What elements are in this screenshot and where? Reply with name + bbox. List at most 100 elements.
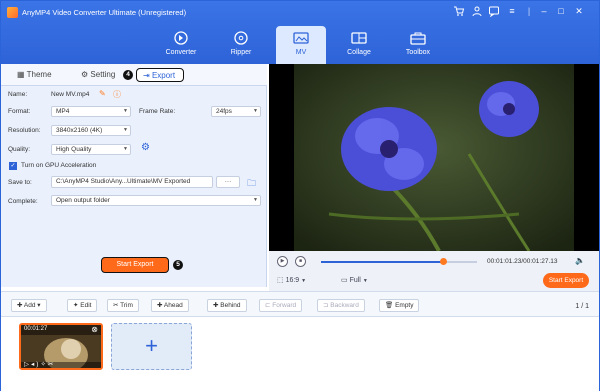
preview-image — [294, 64, 574, 251]
button-label: Add — [23, 302, 36, 309]
stop-icon[interactable]: ■ — [295, 256, 306, 267]
button-label: Backward — [330, 302, 359, 309]
player-controls: ▶ ■ 00:01:01.23/00:01:27.13 🔈 ⬚ 16:9 ▼ ▭… — [269, 251, 599, 291]
browse-button[interactable]: ··· — [216, 176, 240, 188]
chevron-down-icon: ▼ — [253, 197, 258, 203]
save-to-path[interactable]: C:\AnyMP4 Studio\Any...Ultimate\MV Expor… — [51, 176, 213, 188]
gpu-checkbox[interactable]: ✓ — [9, 162, 17, 170]
format-value: MP4 — [56, 108, 70, 115]
remove-clip-icon[interactable]: ⊗ — [91, 325, 98, 334]
minimize-icon[interactable]: – — [538, 5, 550, 17]
nav-label: Converter — [165, 49, 197, 56]
folder-icon[interactable]: 🗀 — [247, 176, 256, 192]
button-label: Trim — [120, 302, 133, 309]
start-export-button[interactable]: Start Export — [101, 257, 169, 273]
gear-icon[interactable]: ⚙ — [141, 142, 150, 153]
step-badge: 5 — [173, 260, 183, 270]
clip-thumbnail[interactable]: 00:01:27 ⊗ ▷◂)✧✂ — [19, 323, 103, 370]
frame-rate-select[interactable]: 24fps ▼ — [211, 106, 261, 117]
top-bar: AnyMP4 Video Converter Ultimate (Unregis… — [1, 1, 599, 64]
view-mode-select[interactable]: ▭ Full ▼ — [341, 276, 368, 284]
mv-tabs: ▦ Theme ⚙ Setting 4 ⇥ Export — [1, 64, 267, 86]
progress-handle[interactable] — [439, 258, 447, 265]
chevron-down-icon: ▼ — [362, 278, 368, 284]
converter-icon — [174, 31, 188, 45]
nav-tab-collage[interactable]: Collage — [334, 26, 384, 64]
format-select[interactable]: MP4 ▼ — [51, 106, 131, 117]
info-icon[interactable]: ⓘ — [113, 89, 121, 100]
window-title: AnyMP4 Video Converter Ultimate (Unregis… — [22, 8, 187, 17]
tab-export[interactable]: ⇥ Export — [136, 68, 185, 82]
add-clip-button[interactable]: + — [111, 323, 192, 370]
toolbox-icon — [410, 32, 426, 45]
menu-icon[interactable]: ≡ — [506, 5, 518, 17]
tab-label: Setting — [90, 70, 116, 79]
save-path-value: C:\AnyMP4 Studio\Any...Ultimate\MV Expor… — [56, 178, 191, 185]
mv-icon — [293, 32, 309, 44]
aspect-ratio-select[interactable]: ⬚ 16:9 ▼ — [277, 276, 306, 284]
close-icon[interactable]: ✕ — [573, 5, 585, 17]
nav-tab-toolbox[interactable]: Toolbox — [393, 26, 443, 64]
edit-icon[interactable]: ✎ — [99, 89, 106, 98]
tab-label: Export — [151, 71, 176, 80]
edit-button[interactable]: ✦ Edit — [67, 299, 98, 312]
chevron-down-icon: ▼ — [301, 278, 307, 284]
cart-icon[interactable] — [453, 5, 465, 17]
add-button[interactable]: ✚ Add ▾ — [11, 299, 47, 312]
ahead-button[interactable]: ✚ Ahead — [151, 299, 189, 312]
backward-button[interactable]: ⊐ Backward — [317, 299, 365, 312]
nav-tab-mv[interactable]: MV — [276, 26, 326, 64]
nav-label: Collage — [347, 49, 371, 56]
progress-bar[interactable] — [321, 258, 477, 265]
empty-button[interactable]: 🗑 Empty — [379, 299, 420, 312]
separator: | — [527, 6, 531, 16]
play-icon[interactable]: ▶ — [277, 256, 288, 267]
tab-setting[interactable]: ⚙ Setting — [81, 68, 115, 82]
behind-button[interactable]: ✚ Behind — [207, 299, 247, 312]
clip-strip: 00:01:27 ⊗ ▷◂)✧✂ + — [1, 317, 599, 391]
nav-tab-ripper[interactable]: Ripper — [216, 26, 266, 64]
start-export-button-secondary[interactable]: Start Export — [543, 273, 589, 288]
button-label: Edit — [80, 302, 92, 309]
nav-tab-converter[interactable]: Converter — [156, 26, 206, 64]
nav-label: Ripper — [230, 49, 252, 56]
app-logo — [7, 7, 18, 18]
gpu-label: Turn on GPU Acceleration — [21, 162, 97, 169]
chevron-down-icon: ▼ — [123, 127, 128, 133]
maximize-icon[interactable]: □ — [555, 5, 567, 17]
name-value: New MV.mp4 — [51, 91, 90, 98]
complete-value: Open output folder — [56, 197, 110, 204]
chevron-down-icon: ▼ — [123, 108, 128, 114]
video-preview[interactable] — [269, 64, 599, 251]
cut-icon[interactable]: ✂ — [48, 361, 55, 368]
complete-select[interactable]: Open output folder ▼ — [51, 195, 261, 206]
quality-value: High Quality — [56, 146, 92, 153]
plus-icon: + — [145, 333, 158, 358]
complete-label: Complete: — [8, 198, 38, 205]
frame-rate-value: 24fps — [216, 108, 232, 115]
clip-duration: 00:01:27 — [24, 326, 48, 332]
trim-button[interactable]: ✂ Trim — [107, 299, 139, 312]
disc-icon — [234, 31, 248, 45]
button-label: Empty — [395, 302, 414, 309]
resolution-value: 3840x2160 (4K) — [56, 127, 103, 134]
monitor-icon: ▭ — [341, 277, 348, 284]
feedback-icon[interactable] — [488, 5, 500, 18]
timeline-toolbar: ✚ Add ▾ ✦ Edit ✂ Trim ✚ Ahead ✚ Behind ⊏… — [1, 291, 599, 317]
forward-button[interactable]: ⊏ Forward — [259, 299, 303, 312]
aspect-icon: ⬚ — [277, 277, 284, 284]
tab-label: Theme — [26, 70, 52, 79]
collage-icon — [351, 32, 367, 44]
user-icon[interactable] — [471, 5, 483, 17]
ratio-value: 16:9 — [285, 277, 300, 284]
quality-select[interactable]: High Quality ▼ — [51, 144, 131, 155]
play-icon[interactable]: ▷ — [24, 361, 31, 368]
app-window: AnyMP4 Video Converter Ultimate (Unregis… — [0, 0, 600, 391]
name-label: Name: — [8, 91, 28, 98]
resolution-select[interactable]: 3840x2160 (4K) ▼ — [51, 125, 131, 136]
effect-icon[interactable]: ✧ — [40, 361, 47, 368]
tab-theme[interactable]: ▦ Theme — [17, 68, 52, 82]
button-label: Behind — [220, 302, 241, 309]
volume-icon[interactable]: 🔈 — [575, 256, 585, 265]
nav-label: MV — [295, 49, 307, 56]
